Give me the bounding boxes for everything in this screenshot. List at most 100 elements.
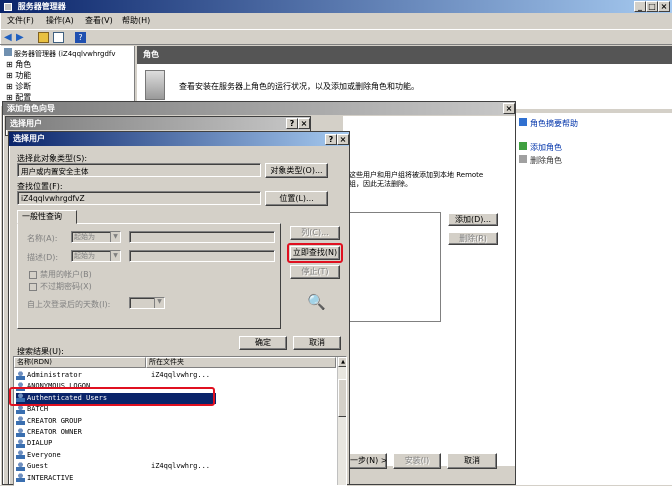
roles-icon [145,70,165,100]
remove-user-button[interactable]: 删除(R) [448,232,498,245]
console-tree-icon[interactable] [53,32,64,43]
up-folder-icon[interactable] [38,32,49,43]
object-types-button[interactable]: 对象类型(O)... [265,163,328,178]
wizard-info-line2: 组，因此无法删除。 [349,180,412,188]
menu-help[interactable]: 帮助(H) [122,14,150,28]
non-expiring-password-label: 不过期密码(X) [40,282,92,291]
tree-features[interactable]: ⊞ 功能 [6,70,31,81]
cancel-button[interactable]: 取消 [293,336,341,350]
disabled-accounts-label: 禁用的帐户(B) [40,270,92,279]
scroll-up-button[interactable]: ▲ [338,357,346,367]
add-user-label: 添加(D)... [454,215,492,224]
row-folder: iZ4qqlvwhrg... [151,462,211,471]
row-name: DIALUP [27,439,53,448]
table-row[interactable]: CREATOR OWNER [16,427,331,438]
help-book-icon [519,118,527,126]
locations-label: 位置(L)... [279,194,314,203]
close-button[interactable]: × [658,1,670,12]
ok-label: 确定 [255,338,271,347]
table-row[interactable]: Everyone [16,450,331,461]
add-roles-label: 添加角色 [530,143,562,152]
tree-diagnostics-label: 诊断 [15,82,32,91]
window-title: 服务器管理器 [17,2,66,11]
table-row[interactable]: Administrator iZ4qqlvwhrg... [16,370,331,381]
user-icon [16,461,25,471]
roles-summary-help-link[interactable]: 角色摘要帮助 [519,118,578,129]
name-match-select[interactable]: 起始为 ▼ [71,231,121,243]
back-dialog-help-button[interactable]: ? [286,118,298,129]
table-row[interactable]: Guest iZ4qqlvwhrg... [16,461,331,472]
select-users-dialog: 选择用户 ? × 选择此对象类型(S): 用户或内置安全主体 对象类型(O)..… [8,131,350,486]
locations-button[interactable]: 位置(L)... [265,191,328,206]
wizard-cancel-button[interactable]: 取消 [447,453,497,469]
stop-label: 停止(T) [301,267,329,276]
app-icon [4,2,12,11]
tree-features-label: 功能 [15,71,32,80]
install-button[interactable]: 安装(I) [393,453,441,469]
menu-view[interactable]: 查看(V) [85,14,113,28]
back-icon[interactable]: ◀ [4,32,12,43]
tree-roles[interactable]: ⊞ 角色 [6,59,31,70]
install-label: 安装(I) [404,456,430,465]
server-manager-titlebar: 服务器管理器 [0,0,672,13]
server-icon [4,48,12,56]
remove-roles-link[interactable]: 删除角色 [519,155,562,166]
description-input[interactable] [129,250,275,262]
column-header-name[interactable]: 名称(RDN) [14,357,146,368]
dialog-close-button[interactable]: × [337,134,349,145]
toolbar: ◀ ▶ ? [0,29,672,45]
minimize-button[interactable]: _ [634,1,646,12]
menu-bar: 文件(F) 操作(A) 查看(V) 帮助(H) [0,14,672,28]
actions-pane: 角色摘要帮助 添加角色 删除角色 [515,113,672,485]
select-users-back-titlebar: 选择用户 [6,117,310,130]
menu-action[interactable]: 操作(A) [46,14,74,28]
search-flashlight-icon: 🔍 [307,293,326,311]
tree-root-label: 服务器管理器 (iZ4qqlvwhrgdfv [14,50,116,58]
dropdown-arrow-icon: ▼ [110,251,120,261]
select-users-title: 选择用户 [13,134,45,143]
back-dialog-close-button[interactable]: × [298,118,310,129]
select-users-back-title: 选择用户 [10,119,42,128]
results-scrollbar[interactable]: ▲ [337,357,346,485]
next-button[interactable]: 一步(N) > [349,453,387,469]
help-icon[interactable]: ? [75,32,86,43]
name-input[interactable] [129,231,275,243]
row-folder: iZ4qqlvwhrg... [151,371,211,379]
add-user-button[interactable]: 添加(D)... [448,213,498,226]
ok-button[interactable]: 确定 [239,336,287,350]
add-roles-link[interactable]: 添加角色 [519,142,562,153]
dropdown-arrow-icon: ▼ [110,232,120,242]
days-since-logon-select[interactable]: ▼ [129,297,165,309]
table-row[interactable]: DIALUP [16,438,331,449]
maximize-button[interactable]: □ [646,1,658,12]
column-header-folder[interactable]: 所在文件夹 [146,357,336,368]
row-name: Guest [27,462,49,471]
cancel-label: 取消 [309,338,325,347]
table-row[interactable]: INTERACTIVE [16,473,331,484]
wizard-close-button[interactable]: × [503,103,515,114]
tree-root[interactable]: 服务器管理器 (iZ4qqlvwhrgdfv [4,48,116,59]
row-name: CREATOR OWNER [27,428,82,436]
forward-icon[interactable]: ▶ [16,32,24,43]
name-match-value: 起始为 [74,233,95,241]
wizard-titlebar: 添加角色向导 [3,102,515,115]
columns-button[interactable]: 列(C)... [290,226,340,240]
disabled-accounts-checkbox[interactable]: 禁用的帐户(B) [29,269,92,280]
row-name: Everyone [27,450,61,459]
common-queries-tab[interactable]: 一般性查询 [17,210,77,224]
stop-button[interactable]: 停止(T) [290,265,340,279]
search-results-list[interactable]: 名称(RDN) 所在文件夹 ▲ Administrator iZ4qqlvwhrg… [13,356,347,486]
menu-file[interactable]: 文件(F) [7,14,34,28]
tree-diagnostics[interactable]: ⊞ 诊断 [6,81,31,92]
scroll-thumb[interactable] [338,379,346,417]
table-row[interactable]: CREATOR GROUP [16,416,331,427]
user-icon [16,404,25,414]
wizard-users-list[interactable] [349,212,441,322]
dialog-help-button[interactable]: ? [325,134,337,145]
non-expiring-password-checkbox[interactable]: 不过期密码(X) [29,281,92,292]
description-match-select[interactable]: 起始为 ▼ [71,250,121,262]
checkbox-box [29,282,37,291]
row-name: Administrator [27,371,82,379]
object-type-value: 用户或内置安全主体 [21,167,89,176]
object-type-field: 用户或内置安全主体 [17,163,261,177]
